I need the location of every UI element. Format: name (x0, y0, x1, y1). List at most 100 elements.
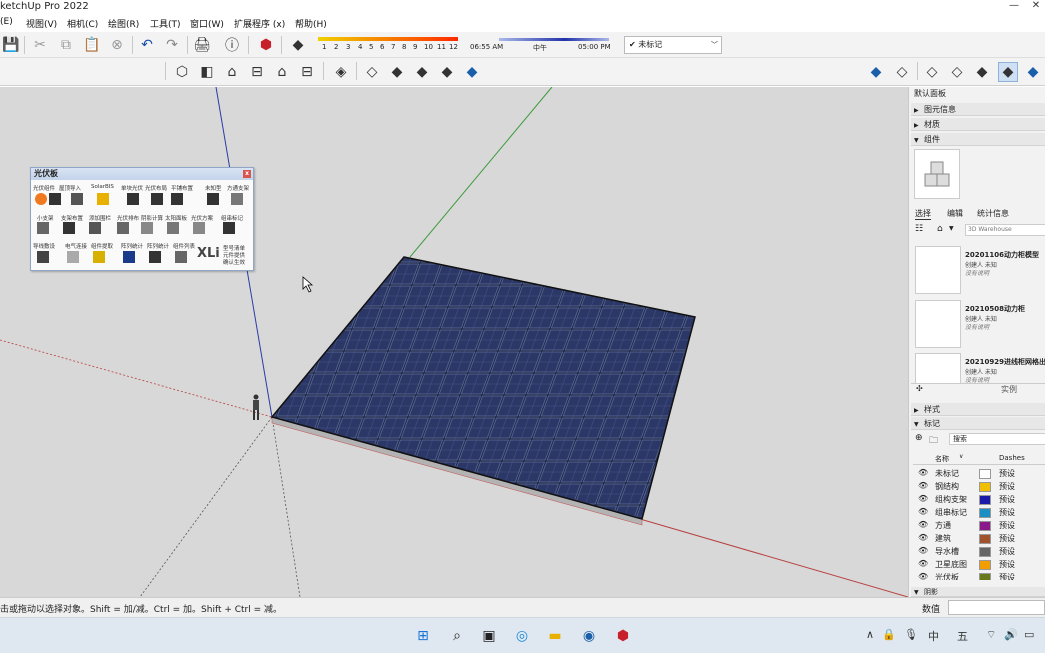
tag-color-swatch[interactable] (979, 482, 991, 492)
hidden-line-icon[interactable]: ◆ (387, 62, 407, 82)
tag-row[interactable]: 👁 卫星底图 预设 (913, 559, 1045, 572)
tag-row[interactable]: 👁 钢结构 预设 (913, 481, 1045, 494)
refresh-icon[interactable]: ✣ (916, 384, 923, 393)
iso-view-icon[interactable]: ⬡ (172, 62, 192, 82)
pv-extract-icon[interactable] (93, 251, 105, 263)
microphone-icon[interactable]: 🎙 (904, 628, 918, 641)
visibility-eye-icon[interactable]: 👁 (918, 494, 928, 503)
pv-tool-icon[interactable] (71, 193, 83, 205)
style-shaded-icon[interactable]: ◆ (972, 62, 992, 82)
wifi-icon[interactable]: ⌔ (986, 628, 996, 642)
pv-component-tool-icon[interactable] (35, 193, 47, 205)
pv-array-stats-icon[interactable] (123, 251, 135, 263)
measurements-input[interactable] (948, 600, 1045, 615)
styles-header[interactable]: ▶ 样式 (911, 403, 1045, 416)
pv-bracket-icon[interactable] (231, 193, 243, 205)
redo-icon[interactable]: ↷ (162, 35, 182, 55)
xli-logo[interactable]: XLi (197, 246, 220, 261)
home-icon[interactable]: ⌂ (937, 224, 943, 234)
pv-scheme-icon[interactable] (193, 222, 205, 234)
add-tag-icon[interactable]: ⊕ (915, 433, 923, 443)
pv-layout-icon[interactable] (151, 193, 163, 205)
visibility-eye-icon[interactable]: 👁 (918, 481, 928, 490)
style-monochrome-icon[interactable]: ◆ (1023, 62, 1043, 82)
visibility-eye-icon[interactable]: 👁 (918, 507, 928, 516)
pv-tile-icon[interactable] (171, 193, 183, 205)
tag-color-swatch[interactable] (979, 521, 991, 531)
tag-row[interactable]: 👁 导水槽 预设 (913, 546, 1045, 559)
chevron-up-icon[interactable]: ∧ (866, 628, 874, 641)
add-folder-icon[interactable]: 🗀 (929, 433, 938, 449)
right-view-icon[interactable]: ⊟ (247, 62, 267, 82)
tag-row[interactable]: 👁 组串标记 预设 (913, 507, 1045, 520)
visibility-eye-icon[interactable]: 👁 (918, 520, 928, 529)
shadows-toggle-icon[interactable]: ◆ (288, 35, 308, 55)
tag-color-swatch[interactable] (979, 547, 991, 557)
style-back-edges-icon[interactable]: ◇ (892, 62, 912, 82)
tag-color-swatch[interactable] (979, 560, 991, 570)
component-item[interactable]: 20210508动力柜 创建人 未知 没有说明 (913, 300, 1045, 350)
cut-icon[interactable]: ✂ (30, 35, 50, 55)
pv-panel-close-button[interactable]: x (243, 170, 251, 178)
visibility-eye-icon[interactable]: 👁 (918, 468, 928, 477)
tab-statistics[interactable]: 统计信息 (977, 208, 1009, 219)
pv-fence-icon[interactable] (89, 222, 101, 234)
edge-icon[interactable]: ◎ (511, 625, 533, 647)
paste-icon[interactable]: 📋 (82, 35, 102, 55)
model-viewport[interactable]: 光伏板 x 光伏组件 屋顶导入 SolarBIS 单块光伏 光伏布局 平铺布置 … (0, 87, 908, 597)
pv-wiring-icon[interactable] (37, 251, 49, 263)
visibility-eye-icon[interactable]: 👁 (918, 533, 928, 542)
style-wireframe-icon[interactable]: ◇ (922, 62, 942, 82)
tab-select[interactable]: 选择 (915, 208, 931, 220)
back-view-icon[interactable]: ⌂ (272, 62, 292, 82)
pv-unknown-icon[interactable] (207, 193, 219, 205)
tab-edit[interactable]: 编辑 (947, 208, 963, 219)
volume-icon[interactable]: 🔊 (1004, 628, 1018, 641)
tag-row[interactable]: 👁 光伏板 预设 (913, 572, 1045, 580)
pv-solarbis-icon[interactable] (97, 193, 109, 205)
sketchup-icon[interactable]: ⬢ (612, 625, 634, 647)
pv-panel-header[interactable]: 光伏板 x (31, 168, 253, 180)
style-textured-icon[interactable]: ◆ (998, 62, 1018, 82)
menu-extensions[interactable]: 扩展程序 (x) (234, 17, 285, 30)
ime-mode-label[interactable]: 五 (957, 628, 968, 644)
menu-help[interactable]: 帮助(H) (295, 17, 327, 30)
xray-icon[interactable]: ◈ (331, 62, 351, 82)
menu-tools[interactable]: 工具(T) (150, 17, 181, 30)
close-button[interactable]: ✕ (1027, 0, 1045, 14)
visibility-eye-icon[interactable]: 👁 (918, 559, 928, 568)
menu-view[interactable]: 视图(V) (26, 17, 57, 30)
components-header[interactable]: ▼ 组件 (911, 133, 1045, 146)
tag-col-dashes[interactable]: Dashes (999, 454, 1025, 462)
tag-row[interactable]: 👁 组构支架 预设 (913, 494, 1045, 507)
pv-roof-import-icon[interactable] (49, 193, 61, 205)
copy-icon[interactable]: ⧉ (56, 35, 76, 55)
menu-edit[interactable]: (E) (0, 17, 13, 27)
pv-bracket-layout-icon[interactable] (63, 222, 75, 234)
search-icon[interactable]: ⌕ (446, 625, 468, 647)
pv-array-count-icon[interactable] (149, 251, 161, 263)
style-hidden-line-icon[interactable]: ◇ (947, 62, 967, 82)
security-icon[interactable]: 🔒 (882, 628, 896, 641)
file-explorer-icon[interactable]: ▬ (544, 625, 566, 647)
shadows-header[interactable]: ▼ 阴影 (911, 587, 1045, 597)
battery-icon[interactable]: ▭ (1024, 628, 1034, 641)
sort-chevron-icon[interactable]: ∨ (959, 453, 963, 460)
save-icon[interactable]: 💾 (1, 35, 21, 55)
tag-color-swatch[interactable] (979, 469, 991, 479)
tag-color-swatch[interactable] (979, 573, 991, 580)
visibility-eye-icon[interactable]: 👁 (918, 546, 928, 555)
time-of-day-slider[interactable] (499, 38, 609, 41)
menu-draw[interactable]: 绘图(R) (108, 17, 139, 30)
minimize-button[interactable]: — (1005, 0, 1023, 14)
pv-small-bracket-icon[interactable] (37, 222, 49, 234)
extension-logo-icon[interactable]: ⬢ (256, 35, 276, 55)
top-view-icon[interactable]: ◧ (197, 62, 217, 82)
left-view-icon[interactable]: ⊟ (297, 62, 317, 82)
active-tag-dropdown[interactable]: ✔ 未标记 ﹀ (624, 36, 722, 54)
shaded-textures-icon[interactable]: ◆ (437, 62, 457, 82)
chevron-down-icon[interactable]: ▼ (949, 225, 954, 232)
tag-row[interactable]: 👁 建筑 预设 (913, 533, 1045, 546)
pv-electrical-icon[interactable] (67, 251, 79, 263)
entity-info-header[interactable]: ▶ 图元信息 (911, 103, 1045, 116)
